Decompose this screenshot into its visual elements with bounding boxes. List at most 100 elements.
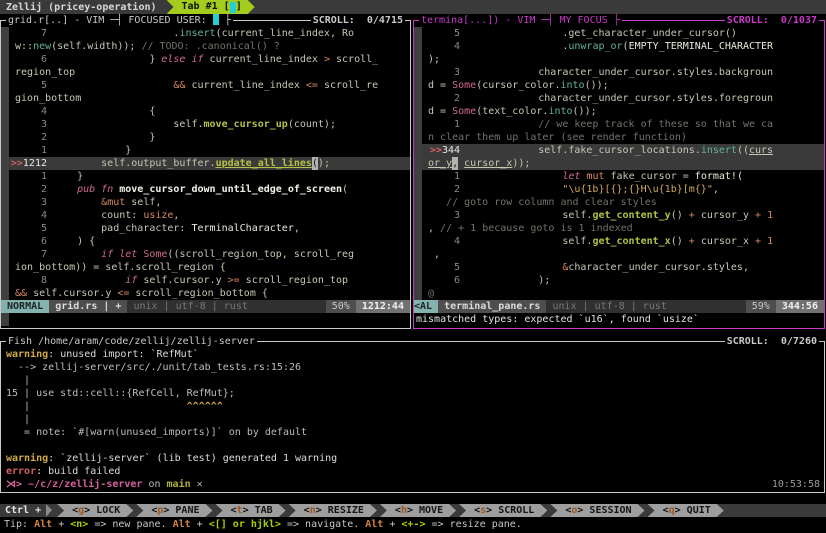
gutter-strip — [1, 170, 9, 183]
text-token — [53, 196, 101, 209]
text-token: 15 | use std::cell::{RefCell, RefMut}; — [6, 387, 235, 400]
gutter-strip — [414, 222, 422, 235]
keybar-key-letter: g — [78, 505, 84, 516]
text-token: w:: — [15, 40, 33, 53]
text-token: + — [191, 518, 209, 531]
code-row: 2 character_under_cursor.styles.foregrou… — [414, 92, 824, 105]
text-token: ^^^^^^ — [30, 400, 223, 413]
gutter-strip — [1, 53, 9, 66]
text-token: into — [560, 79, 584, 92]
gutter-strip — [1, 66, 9, 79]
gutter-strip — [1, 287, 9, 300]
line-number: 7 — [9, 27, 53, 40]
line-number: 5 — [422, 261, 466, 274]
gutter-strip — [1, 79, 9, 92]
text-token: warning — [6, 452, 48, 465]
status-segment: 50% — [326, 300, 356, 313]
keybar-segment-resize[interactable]: <n> RESIZE — [289, 504, 377, 517]
text-token — [466, 261, 562, 274]
code-row: 6 } else if current_line_index > scroll_ — [1, 53, 410, 66]
code-row: 2 pub fn move_cursor_down_until_edge_of_… — [1, 183, 410, 196]
text-token: ⋊> — [6, 478, 28, 491]
text-token: <n> — [70, 518, 88, 531]
gutter-strip — [414, 131, 422, 144]
pane-terminal-pane-rs[interactable]: termina[...]) - VIM ─┤ MY FOCUS ├ SCROLL… — [413, 20, 825, 329]
line-number: 2 — [9, 131, 53, 144]
text-token: gion_bottom — [15, 92, 81, 105]
keybar-segment-tab[interactable]: <t> TAB — [216, 504, 286, 517]
line-number: 4 — [9, 105, 53, 118]
keybar-segment-lock[interactable]: <g> LOCK — [57, 504, 133, 517]
text-token: >> — [11, 158, 23, 169]
keybar-key-letter: s — [480, 505, 486, 516]
text-token: self.cursor.y — [27, 287, 117, 300]
session-name: Zellij (pricey-operation) — [0, 1, 165, 14]
text-token: ~/c/z/zellij-server — [28, 478, 142, 491]
gutter-strip — [414, 144, 422, 157]
status-segment: 59% — [746, 300, 776, 313]
text-token: self.fake_cursor_locations. — [466, 144, 701, 157]
text-token: | — [6, 413, 30, 426]
code-row: 2 "\u{1b}[{};{}H\u{1b}[m{}", — [414, 183, 824, 196]
line-number: >>1212 — [9, 157, 53, 170]
text-token: self, — [125, 196, 161, 209]
gutter-strip — [1, 196, 9, 209]
line-number: 7 — [9, 248, 53, 261]
keybar-segment-quit[interactable]: <q> QUIT — [648, 504, 724, 517]
text-token: } — [53, 53, 161, 66]
tab-1[interactable]: Tab #1 [] — [167, 0, 255, 14]
text-token: self.cursor.y — [137, 274, 227, 287]
text-token — [53, 183, 77, 196]
keybar-segment-move[interactable]: <h> MOVE — [380, 504, 456, 517]
text-token: d = — [428, 79, 452, 92]
pane-grid-rs[interactable]: grid.r[..] - VIM ─┤ FOCUSED USER: ├ SCRO… — [0, 20, 411, 329]
gutter-strip — [1, 313, 9, 326]
top-bar: Zellij (pricey-operation) Tab #1 [] — [0, 0, 826, 14]
keybar-segment-pane[interactable]: <p> PANE — [136, 504, 212, 517]
empty-row — [1, 313, 410, 326]
text-token: EMPTY_TERMINAL_CHARACTER — [629, 40, 774, 53]
text-token: curs — [749, 144, 773, 157]
code-row: 5 pad_character: TerminalCharacter, — [1, 222, 410, 235]
pane-right-rows: 5 .get_character_under_cursor()4 .unwrap… — [414, 27, 824, 300]
pane-fish-shell[interactable]: Fish /home/aram/code/zellij/zellij-serve… — [0, 341, 825, 493]
pane-left-rows: 7 .insert(current_line_index, Row::new(s… — [1, 27, 410, 300]
keybar-segment-scroll[interactable]: <s> SCROLL — [459, 504, 547, 517]
ctrl-prefix-label: Ctrl + — [0, 504, 46, 517]
text-token: cursor_x — [464, 157, 512, 170]
code-row: 5 && current_line_index <= scroll_re — [1, 79, 410, 92]
text-token: , — [294, 222, 300, 235]
pane-bottom-rows: warning: unused import: `RefMut` --> zel… — [1, 348, 824, 491]
text-token: cursor_y — [695, 209, 755, 222]
line-number: 4 — [422, 235, 466, 248]
shell-prompt-row: ⋊> ~/c/z/zellij-server on main ✕10:53:58 — [1, 478, 824, 491]
text-token: (self.width)); — [51, 40, 141, 53]
gutter-strip — [1, 157, 9, 170]
keybar-segment-session[interactable]: <o> SESSION — [550, 504, 644, 517]
gutter-strip — [414, 118, 422, 131]
text-token: new — [33, 40, 51, 53]
text-token: n clear them up later (see render functi… — [428, 131, 687, 144]
text-token: count: — [53, 209, 143, 222]
code-row: 3 self.get_content_y() + cursor_y + 1 — [414, 209, 824, 222]
pane-left-title: grid.r[..] - VIM ─┤ FOCUSED USER: ├ — [6, 14, 233, 27]
code-row: @ — [414, 287, 824, 300]
text-token: scroll_region_top — [240, 274, 348, 287]
keybar-segments: <g> LOCK<p> PANE <t> TAB<n> RESIZE<h> MOV… — [54, 504, 724, 517]
code-row: d = Some(text_color.into()); — [414, 105, 824, 118]
line-number: 8 — [9, 274, 53, 287]
text-token: + — [52, 518, 70, 531]
text-token: ✕ — [191, 478, 203, 491]
text-token: move_cursor_down_until_edge_of_screen — [119, 183, 342, 196]
pane-bottom-scroll-indicator: SCROLL: 0/7260 — [725, 335, 819, 348]
text-token: ( — [342, 183, 348, 196]
text-token: get_content_y — [592, 209, 670, 222]
line-number: 6 — [422, 274, 466, 287]
code-row: region_top — [1, 66, 410, 79]
code-row: 1 let mut fake_cursor = format!( — [414, 170, 824, 183]
vim-message-line: mismatched types: expected `u16`, found … — [414, 313, 824, 326]
text-token: => new pane. — [88, 518, 172, 531]
text-token: // TODO: .canonical() ? — [141, 40, 279, 53]
text-token: on — [142, 478, 166, 491]
text-token: = note: `#[warn(unused_imports)]` on by … — [6, 426, 307, 439]
